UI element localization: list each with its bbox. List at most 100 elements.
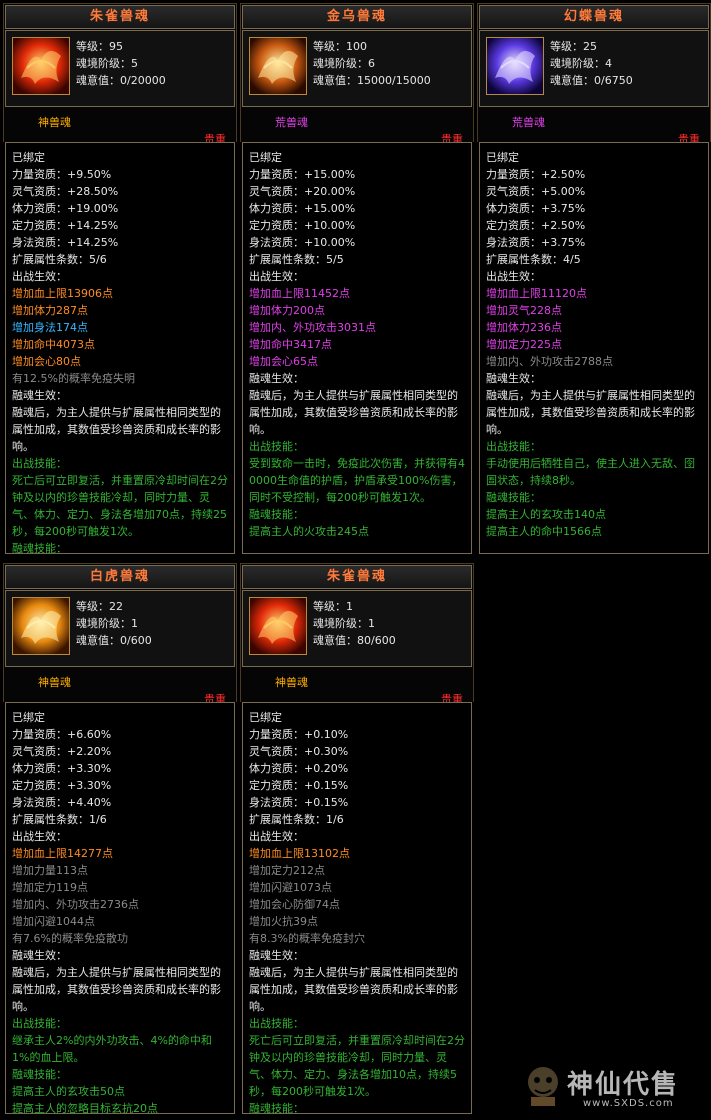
detail-line: 继承主人2%的内外功攻击、4%的命中和1%的血上限。	[12, 1034, 212, 1064]
white-tiger-icon[interactable]	[12, 597, 70, 655]
level-value: 1	[346, 600, 353, 613]
detail-line: 增加血上限11120点	[486, 287, 587, 300]
detail-line: 融魂生效：	[12, 949, 67, 962]
info-box: 等级：95 魂境阶级：5 魂意值：0/20000	[5, 30, 235, 107]
detail-line: 融魂生效：	[249, 372, 304, 385]
info-box: 等级：1 魂境阶级：1 魂意值：80/600	[242, 590, 472, 667]
detail-line: 力量资质：+15.00%	[249, 168, 356, 181]
detail-line: 增加灵气228点	[486, 304, 562, 317]
detail-line: 出战技能：	[249, 440, 304, 453]
site-watermark: 神仙代售 www.SXDS.com	[523, 1060, 693, 1112]
info-box: 等级：22 魂境阶级：1 魂意值：0/600	[5, 590, 235, 667]
detail-line: 增加血上限14277点	[12, 847, 113, 860]
soul-type: 荒兽魂	[275, 116, 308, 129]
basic-stats: 等级：1 魂境阶级：1 魂意值：80/600	[313, 598, 396, 649]
detail-line: 体力资质：+19.00%	[12, 202, 119, 215]
beast-soul-card: 朱雀兽魂 等级：95 魂境阶级：5 魂意值：0/20000 神兽魂 贵重 已绑定…	[3, 3, 237, 554]
detail-line: 增加闪避1073点	[249, 881, 332, 894]
card-title: 朱雀兽魂	[5, 5, 235, 29]
detail-line: 体力资质：+0.20%	[249, 762, 349, 775]
level-value: 100	[346, 40, 367, 53]
detail-line: 已绑定	[249, 151, 282, 164]
detail-line: 融魂后，为主人提供与扩展属性相同类型的属性加成，其数值受珍兽资质和成长率的影响。	[486, 389, 695, 436]
card-header: 幻蝶兽魂 等级：25 魂境阶级：4 魂意值：0/6750 荒兽魂 贵重	[477, 3, 711, 146]
detail-line: 已绑定	[249, 711, 282, 724]
detail-line: 扩展属性条数：1/6	[249, 813, 344, 826]
detail-line: 力量资质：+0.10%	[249, 728, 349, 741]
level-label: 等级：	[313, 600, 346, 613]
detail-line: 身法资质：+0.15%	[249, 796, 349, 809]
will-label: 魂意值：	[76, 74, 120, 87]
level-label: 等级：	[550, 40, 583, 53]
detail-line: 增加内、外功攻击3031点	[249, 321, 376, 334]
will-row: 魂意值：0/6750	[550, 72, 633, 89]
detail-line: 出战技能：	[486, 440, 541, 453]
vermilion-bird-icon[interactable]	[249, 597, 307, 655]
detail-line: 融魂后，为主人提供与扩展属性相同类型的属性加成，其数值受珍兽资质和成长率的影响。	[249, 389, 458, 436]
will-value: 80/600	[357, 634, 396, 647]
level-value: 25	[583, 40, 597, 53]
detail-line: 出战技能：	[249, 1017, 304, 1030]
detail-line: 灵气资质：+0.30%	[249, 745, 349, 758]
detail-line: 扩展属性条数：1/6	[12, 813, 107, 826]
level-row: 等级：25	[550, 38, 633, 55]
detail-line: 定力资质：+3.30%	[12, 779, 112, 792]
card-title: 朱雀兽魂	[242, 565, 472, 589]
detail-line: 定力资质：+14.25%	[12, 219, 119, 232]
detail-line: 已绑定	[12, 711, 45, 724]
detail-line: 死亡后可立即复活，并重置原冷却时间在2分钟及以内的珍兽技能冷却，同时力量、灵气、…	[249, 1034, 465, 1098]
beast-soul-card: 金乌兽魂 等级：100 魂境阶级：6 魂意值：15000/15000 荒兽魂 贵…	[240, 3, 474, 554]
basic-stats: 等级：25 魂境阶级：4 魂意值：0/6750	[550, 38, 633, 89]
level-value: 22	[109, 600, 123, 613]
will-row: 魂意值：15000/15000	[313, 72, 431, 89]
soul-detail-panel: 已绑定 力量资质：+6.60% 灵气资质：+2.20% 体力资质：+3.30% 定力资质…	[5, 702, 235, 1114]
detail-line: 体力资质：+15.00%	[249, 202, 356, 215]
level-label: 等级：	[76, 600, 109, 613]
detail-line: 受到致命一击时，免疫此次伤害，并获得有40000生命值的护盾，护盾承受100%伤…	[249, 457, 465, 504]
detail-line: 融魂技能：	[249, 508, 304, 521]
beast-soul-card: 幻蝶兽魂 等级：25 魂境阶级：4 魂意值：0/6750 荒兽魂 贵重 已绑定力…	[477, 3, 711, 554]
watermark-url: www.SXDS.com	[583, 1098, 674, 1109]
level-row: 等级：22	[76, 598, 152, 615]
detail-line: 出战生效：	[12, 270, 67, 283]
soul-detail-panel: 已绑定 力量资质：+2.50% 灵气资质：+5.00% 体力资质：+3.75% 定力资质…	[479, 142, 709, 554]
basic-stats: 等级：95 魂境阶级：5 魂意值：0/20000	[76, 38, 166, 89]
illusion-butterfly-icon[interactable]	[486, 37, 544, 95]
card-header: 白虎兽魂 等级：22 魂境阶级：1 魂意值：0/600 神兽魂 贵重	[3, 563, 237, 706]
will-row: 魂意值：0/600	[76, 632, 152, 649]
detail-line: 身法资质：+3.75%	[486, 236, 586, 249]
level-row: 等级：100	[313, 38, 431, 55]
detail-line: 力量资质：+9.50%	[12, 168, 112, 181]
will-value: 0/20000	[120, 74, 166, 87]
mascot-logo-icon	[528, 1067, 558, 1106]
detail-line: 增加血上限13102点	[249, 847, 350, 860]
stage-value: 5	[131, 57, 138, 70]
detail-line: 增加体力236点	[486, 321, 562, 334]
soul-type: 神兽魂	[275, 676, 308, 689]
detail-line: 融魂生效：	[249, 949, 304, 962]
detail-line: 增加会心80点	[12, 355, 81, 368]
stage-label: 魂境阶级：	[313, 57, 368, 70]
soul-detail-panel: 已绑定 力量资质：+15.00% 灵气资质：+20.00% 体力资质：+15.00% 定…	[242, 142, 472, 554]
detail-line: 体力资质：+3.30%	[12, 762, 112, 775]
detail-line: 增加闪避1044点	[12, 915, 95, 928]
info-box: 等级：25 魂境阶级：4 魂意值：0/6750	[479, 30, 709, 107]
will-value: 15000/15000	[357, 74, 431, 87]
detail-line: 灵气资质：+2.20%	[12, 745, 112, 758]
will-row: 魂意值：80/600	[313, 632, 396, 649]
card-header: 金乌兽魂 等级：100 魂境阶级：6 魂意值：15000/15000 荒兽魂 贵…	[240, 3, 474, 146]
will-value: 0/6750	[594, 74, 633, 87]
detail-line: 增加内、外功攻击2788点	[486, 355, 613, 368]
stage-label: 魂境阶级：	[76, 57, 131, 70]
detail-line: 出战生效：	[249, 270, 304, 283]
detail-line: 出战生效：	[486, 270, 541, 283]
stage-row: 魂境阶级：1	[313, 615, 396, 632]
detail-line: 增加体力200点	[249, 304, 325, 317]
vermilion-bird-icon[interactable]	[12, 37, 70, 95]
stage-value: 4	[605, 57, 612, 70]
golden-crow-icon[interactable]	[249, 37, 307, 95]
level-row: 等级：1	[313, 598, 396, 615]
will-label: 魂意值：	[550, 74, 594, 87]
will-label: 魂意值：	[76, 634, 120, 647]
detail-line: 融魂后，为主人提供与扩展属性相同类型的属性加成，其数值受珍兽资质和成长率的影响。	[249, 966, 458, 1013]
